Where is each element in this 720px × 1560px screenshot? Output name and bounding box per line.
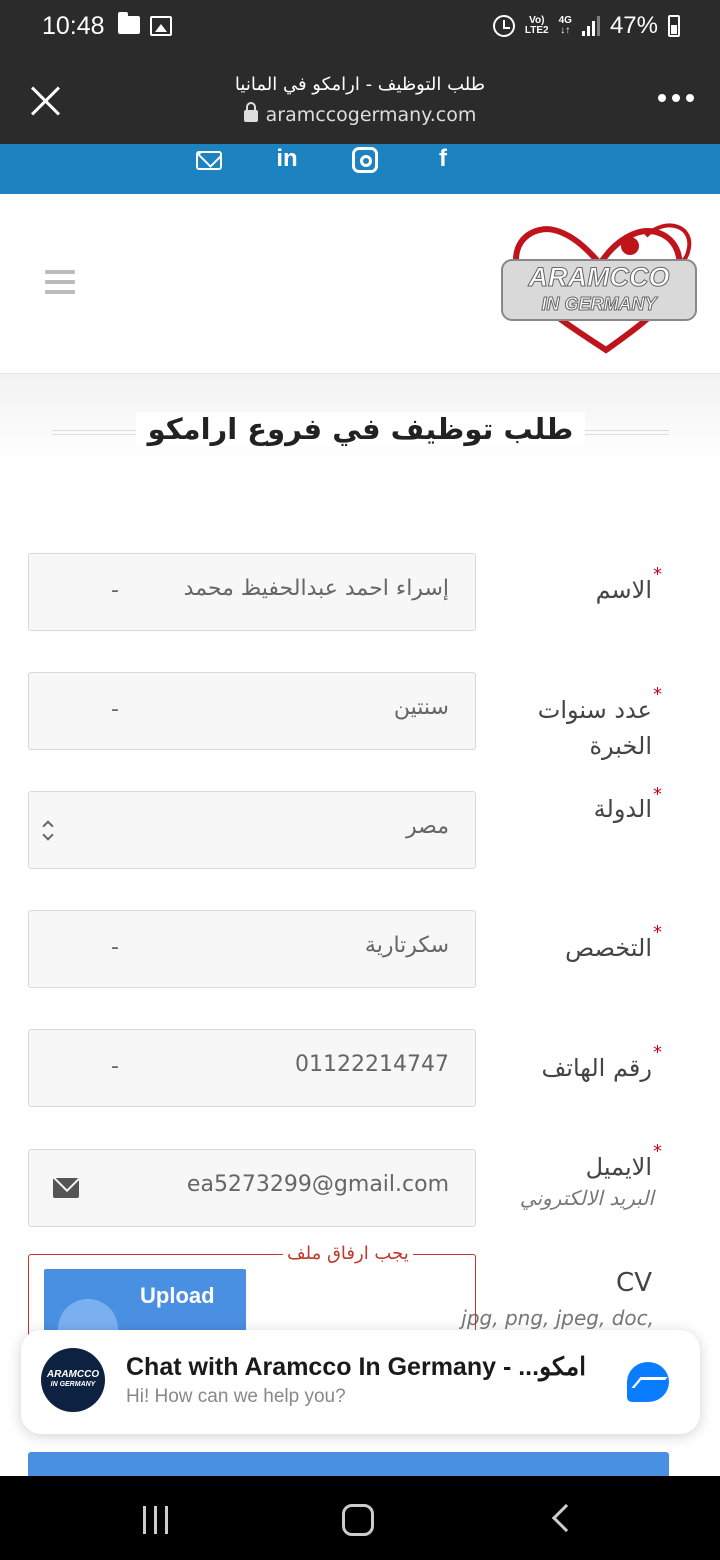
required-mark: *	[653, 564, 662, 585]
phone-label: رقم الهاتف	[541, 1054, 652, 1082]
chat-widget[interactable]: ARAMCCO IN GERMANY Chat with Aramcco In …	[21, 1330, 700, 1434]
svg-text:ARAMCCO: ARAMCCO	[528, 262, 670, 292]
menu-icon[interactable]	[45, 270, 75, 300]
home-icon[interactable]	[342, 1504, 374, 1536]
page-title: طلب توظيف في فروع ارامكو	[135, 412, 586, 446]
country-label: الدولة	[593, 795, 652, 823]
instagram-icon[interactable]	[352, 144, 378, 174]
cv-file-types: jpg, png, jpeg, doc,	[461, 1306, 654, 1330]
lock-icon	[243, 102, 258, 122]
browser-page-title: طلب التوظيف - ارامكو في المانيا	[234, 74, 486, 95]
experience-label: عدد سنوات الخبرة	[537, 696, 652, 760]
logo[interactable]: ARAMCCO IN GERMANY	[496, 212, 702, 358]
messenger-icon[interactable]	[627, 1362, 669, 1402]
required-mark: *	[653, 1042, 662, 1063]
status-bar: 10:48 Vo) LTE2 4G ↓↑ 47%	[0, 0, 720, 56]
back-icon[interactable]	[551, 1503, 581, 1533]
name-input[interactable]: إسراء احمد عبدالحفيظ محمد -	[28, 553, 476, 631]
recent-apps-icon[interactable]	[143, 1506, 168, 1534]
required-mark: *	[653, 922, 662, 943]
mail-icon[interactable]	[196, 144, 222, 174]
social-bar: in f	[0, 144, 720, 194]
email-input[interactable]: ea5273299@gmail.com	[28, 1149, 476, 1227]
specialty-label: التخصص	[565, 934, 652, 962]
signal-icon	[581, 16, 600, 36]
experience-input[interactable]: سنتين -	[28, 672, 476, 750]
email-label: الايميل	[585, 1153, 652, 1181]
form-heading-row: طلب توظيف في فروع ارامكو	[52, 410, 669, 454]
name-label: الاسم	[595, 576, 652, 604]
required-mark: *	[653, 1141, 662, 1162]
url-text: aramccogermany.com	[265, 104, 477, 126]
browser-bar: طلب التوظيف - ارامكو في المانيا aramccog…	[0, 56, 720, 144]
required-mark: *	[653, 784, 662, 805]
site-header: ARAMCCO IN GERMANY	[0, 194, 720, 374]
svg-text:IN GERMANY: IN GERMANY	[541, 294, 658, 314]
phone-input[interactable]: 01122214747 -	[28, 1029, 476, 1107]
avatar: ARAMCCO IN GERMANY	[41, 1348, 105, 1412]
required-mark: *	[653, 684, 662, 705]
image-icon	[150, 16, 172, 36]
envelope-icon	[53, 1178, 79, 1198]
cv-label: CV	[616, 1268, 652, 1298]
system-nav-bar	[0, 1476, 720, 1560]
country-select[interactable]: مصر	[28, 791, 476, 869]
volte-indicator: Vo) LTE2	[524, 15, 549, 36]
status-time: 10:48	[42, 12, 105, 40]
cv-error-message: يجب ارفاق ملف	[283, 1243, 413, 1264]
specialty-input[interactable]: سكرتارية -	[28, 910, 476, 988]
url-bar[interactable]: aramccogermany.com	[0, 102, 720, 126]
chat-title: Chat with Aramcco In Germany - ...امكو	[126, 1353, 587, 1381]
chat-subtitle: Hi! How can we help you?	[126, 1386, 346, 1407]
alarm-icon	[492, 15, 515, 37]
facebook-icon[interactable]: f	[430, 144, 456, 174]
email-sublabel: البريد الالكتروني	[519, 1186, 654, 1210]
select-arrows-icon	[43, 820, 55, 844]
linkedin-icon[interactable]: in	[274, 144, 300, 174]
submit-button[interactable]	[28, 1452, 669, 1476]
network-type: 4G ↓↑	[558, 15, 572, 36]
battery-percent: 47%	[609, 12, 658, 39]
more-options-icon[interactable]	[658, 94, 694, 102]
folder-icon	[118, 12, 140, 34]
battery-icon	[668, 15, 680, 37]
